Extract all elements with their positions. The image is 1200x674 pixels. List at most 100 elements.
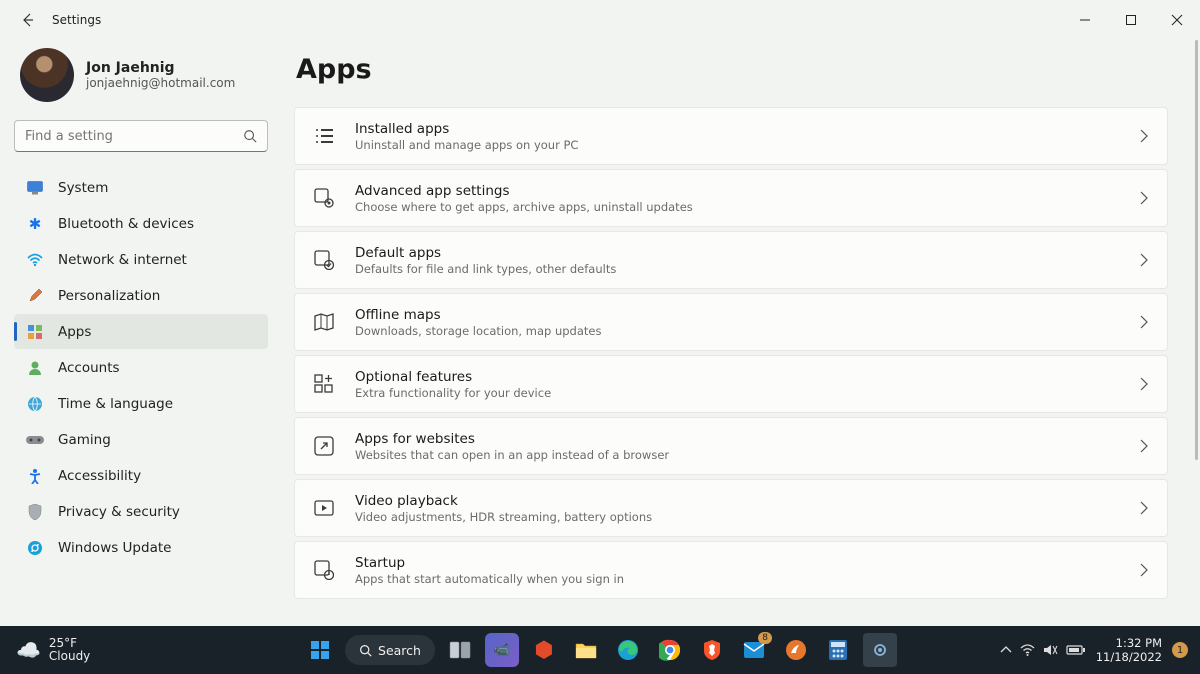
- card-title: Advanced app settings: [355, 183, 1139, 199]
- card-title: Default apps: [355, 245, 1139, 261]
- brave-icon[interactable]: [695, 633, 729, 667]
- card-subtitle: Defaults for file and link types, other …: [355, 262, 1139, 276]
- card-offline-maps[interactable]: Offline mapsDownloads, storage location,…: [294, 293, 1168, 351]
- page-title: Apps: [296, 54, 1168, 85]
- settings-task-icon[interactable]: [863, 633, 897, 667]
- sidebar-item-update[interactable]: Windows Update: [14, 530, 268, 565]
- tray-wifi-icon[interactable]: [1020, 644, 1035, 656]
- person-icon: [26, 359, 44, 377]
- card-video-playback[interactable]: Video playbackVideo adjustments, HDR str…: [294, 479, 1168, 537]
- teams-icon[interactable]: 📹: [485, 633, 519, 667]
- map-icon: [313, 311, 335, 333]
- card-subtitle: Websites that can open in an app instead…: [355, 448, 1139, 462]
- maximize-button[interactable]: [1108, 0, 1154, 40]
- notification-badge[interactable]: 1: [1172, 642, 1188, 658]
- sidebar-item-system[interactable]: System: [14, 170, 268, 205]
- profile[interactable]: Jon Jaehnig jonjaehnig@hotmail.com: [20, 48, 268, 102]
- scrollbar[interactable]: [1194, 40, 1198, 626]
- mail-badge: 8: [758, 632, 772, 644]
- taskbar-search[interactable]: Search: [345, 635, 435, 665]
- back-button[interactable]: [18, 10, 38, 30]
- edge-icon[interactable]: [611, 633, 645, 667]
- taskbar-search-label: Search: [378, 643, 421, 658]
- window-title: Settings: [52, 13, 101, 27]
- sidebar-item-time[interactable]: Time & language: [14, 386, 268, 421]
- card-default-apps[interactable]: Default appsDefaults for file and link t…: [294, 231, 1168, 289]
- search-input[interactable]: [25, 129, 243, 144]
- profile-email: jonjaehnig@hotmail.com: [86, 76, 235, 90]
- card-installed-apps[interactable]: Installed appsUninstall and manage apps …: [294, 107, 1168, 165]
- office-icon[interactable]: ⬢: [527, 633, 561, 667]
- sidebar-item-privacy[interactable]: Privacy & security: [14, 494, 268, 529]
- sidebar-item-personalization[interactable]: Personalization: [14, 278, 268, 313]
- accessibility-icon: [26, 467, 44, 485]
- calculator-icon[interactable]: [821, 633, 855, 667]
- card-title: Offline maps: [355, 307, 1139, 323]
- sidebar-item-gaming[interactable]: Gaming: [14, 422, 268, 457]
- card-subtitle: Downloads, storage location, map updates: [355, 324, 1139, 338]
- sidebar-item-label: Time & language: [58, 396, 173, 412]
- sidebar-item-network[interactable]: Network & internet: [14, 242, 268, 277]
- task-view-icon[interactable]: [443, 633, 477, 667]
- open-external-icon: [313, 435, 335, 457]
- mail-icon[interactable]: 8: [737, 633, 771, 667]
- minimize-button[interactable]: [1062, 0, 1108, 40]
- play-icon: [313, 497, 335, 519]
- card-apps-for-websites[interactable]: Apps for websitesWebsites that can open …: [294, 417, 1168, 475]
- weather-widget[interactable]: ☁️ 25°FCloudy: [16, 637, 90, 663]
- bluetooth-icon: ✱: [26, 215, 44, 233]
- sidebar-item-label: Accounts: [58, 360, 120, 376]
- chevron-right-icon: [1139, 439, 1149, 453]
- sidebar-item-apps[interactable]: Apps: [14, 314, 268, 349]
- sidebar-item-label: Privacy & security: [58, 504, 180, 520]
- tray-time: 1:32 PM: [1096, 636, 1162, 650]
- chevron-right-icon: [1139, 129, 1149, 143]
- checkmark-square-icon: [313, 249, 335, 271]
- brush-icon: [26, 287, 44, 305]
- avatar: [20, 48, 74, 102]
- card-title: Installed apps: [355, 121, 1139, 137]
- start-button[interactable]: [303, 633, 337, 667]
- app-icon-orange[interactable]: [779, 633, 813, 667]
- sidebar-item-accessibility[interactable]: Accessibility: [14, 458, 268, 493]
- tray-chevron-icon[interactable]: [1000, 645, 1012, 655]
- gamepad-icon: [26, 431, 44, 449]
- card-startup[interactable]: StartupApps that start automatically whe…: [294, 541, 1168, 599]
- card-title: Apps for websites: [355, 431, 1139, 447]
- titlebar: Settings: [0, 0, 1200, 40]
- sidebar-item-label: Windows Update: [58, 540, 171, 556]
- search-box[interactable]: [14, 120, 268, 152]
- sidebar-item-label: Apps: [58, 324, 91, 340]
- card-optional-features[interactable]: Optional featuresExtra functionality for…: [294, 355, 1168, 413]
- sidebar-item-bluetooth[interactable]: ✱ Bluetooth & devices: [14, 206, 268, 241]
- chevron-right-icon: [1139, 253, 1149, 267]
- file-explorer-icon[interactable]: [569, 633, 603, 667]
- taskbar: ☁️ 25°FCloudy Search 📹 ⬢ 8 1:32 PM 11/18…: [0, 626, 1200, 674]
- sidebar-item-label: Bluetooth & devices: [58, 216, 194, 232]
- sidebar-item-label: Network & internet: [58, 252, 187, 268]
- sidebar-item-label: Accessibility: [58, 468, 141, 484]
- close-button[interactable]: [1154, 0, 1200, 40]
- scrollbar-thumb[interactable]: [1195, 40, 1198, 460]
- cloud-icon: ☁️: [16, 638, 41, 662]
- sidebar-item-accounts[interactable]: Accounts: [14, 350, 268, 385]
- shield-icon: [26, 503, 44, 521]
- card-subtitle: Video adjustments, HDR streaming, batter…: [355, 510, 1139, 524]
- chrome-icon[interactable]: [653, 633, 687, 667]
- tray-volume-icon[interactable]: [1043, 643, 1058, 657]
- chevron-right-icon: [1139, 563, 1149, 577]
- sidebar-item-label: System: [58, 180, 108, 196]
- tray-battery-icon[interactable]: [1066, 644, 1086, 656]
- sidebar-item-label: Personalization: [58, 288, 160, 304]
- globe-icon: [26, 395, 44, 413]
- sidebar-item-label: Gaming: [58, 432, 111, 448]
- card-title: Video playback: [355, 493, 1139, 509]
- main-content: Apps Installed appsUninstall and manage …: [282, 40, 1200, 626]
- wifi-icon: [26, 251, 44, 269]
- chevron-right-icon: [1139, 191, 1149, 205]
- system-icon: [26, 179, 44, 197]
- card-advanced-app-settings[interactable]: Advanced app settingsChoose where to get…: [294, 169, 1168, 227]
- update-icon: [26, 539, 44, 557]
- nav-list: System ✱ Bluetooth & devices Network & in…: [14, 170, 268, 565]
- tray-clock[interactable]: 1:32 PM 11/18/2022: [1096, 636, 1162, 664]
